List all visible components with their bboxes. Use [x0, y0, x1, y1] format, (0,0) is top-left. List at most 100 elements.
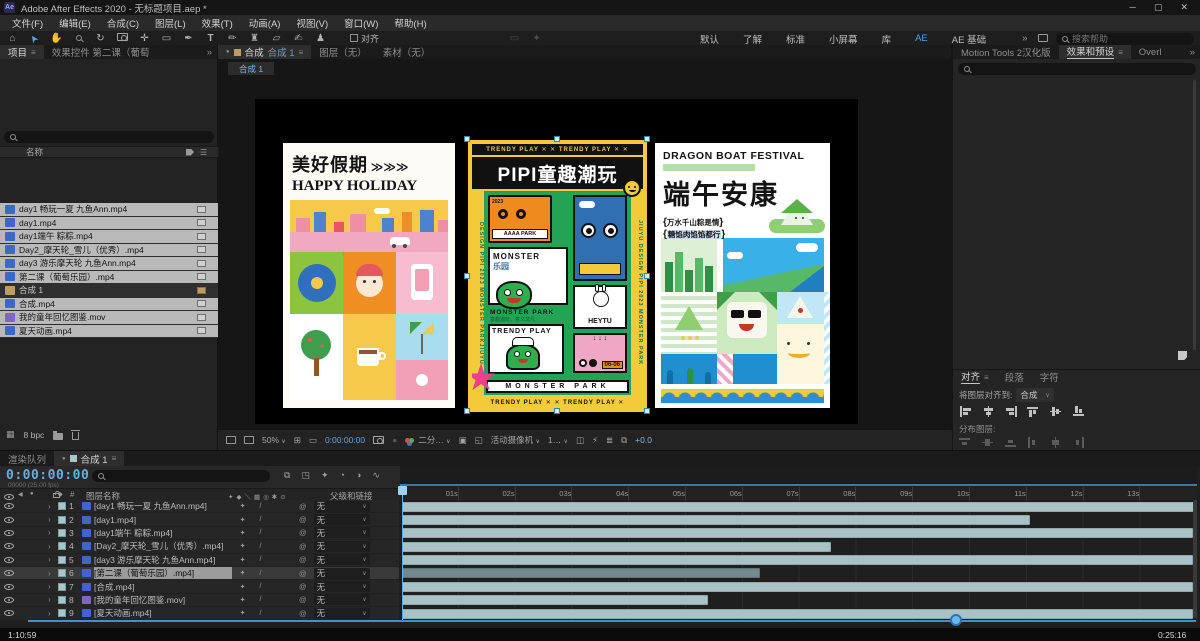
selection-handle[interactable] — [464, 136, 470, 142]
quality-switch[interactable]: ✦ — [235, 569, 250, 577]
comment-cell[interactable] — [197, 273, 206, 280]
layer-duration-bar[interactable] — [402, 515, 1030, 525]
eye-icon[interactable] — [4, 597, 14, 603]
timeline-layer-row[interactable]: › 1 [day1 畅玩一夏 九鱼Ann.mp4] ✦ / @ 无∨ — [0, 500, 399, 513]
camera-tool-icon[interactable] — [116, 32, 129, 45]
progress-handle[interactable] — [950, 614, 962, 626]
layer-duration-bar[interactable] — [402, 542, 831, 552]
distribute-h-center-button[interactable] — [1050, 437, 1063, 448]
align-right-button[interactable] — [1005, 406, 1018, 417]
manage-workspaces-icon[interactable] — [1038, 34, 1048, 42]
tab-project[interactable]: 项目≡ — [0, 45, 44, 59]
layer-label-color[interactable] — [58, 569, 66, 577]
menu-item[interactable]: 文件(F) — [4, 16, 51, 30]
draft-3d-icon[interactable]: ◳ — [301, 470, 310, 481]
menu-item[interactable]: 帮助(H) — [386, 16, 434, 30]
expand-arrow-icon[interactable]: › — [48, 542, 55, 551]
layer-duration-bar[interactable] — [402, 609, 1193, 619]
quality-switch[interactable]: ✦ — [235, 583, 250, 591]
project-item-row[interactable]: 我的童年回忆图鉴.mov — [0, 311, 218, 325]
exposure-value[interactable]: +0.0 — [635, 435, 652, 445]
minimize-button[interactable]: ─ — [1130, 2, 1136, 13]
parent-pickwhip-icon[interactable]: @ — [299, 582, 307, 591]
new-folder-icon[interactable] — [53, 433, 63, 440]
comp-navigator-tab[interactable]: 合成 1 — [228, 62, 274, 75]
tab-footage-viewer[interactable]: 素材（无） — [375, 45, 439, 59]
selection-handle[interactable] — [464, 273, 470, 279]
distribute-v-center-button[interactable] — [982, 437, 995, 448]
expand-arrow-icon[interactable]: › — [48, 528, 55, 537]
parent-pickwhip-icon[interactable]: @ — [299, 569, 307, 578]
timeline-layer-row[interactable]: › 3 [day1端午 粽粽.mp4] ✦ / @ 无∨ — [0, 527, 399, 540]
quality-slash-switch[interactable]: / — [253, 543, 268, 550]
hide-shy-layers-icon[interactable]: ✦ — [321, 470, 329, 481]
always-preview-icon[interactable] — [226, 436, 236, 444]
maximize-button[interactable]: ▢ — [1154, 2, 1163, 13]
align-h-center-button[interactable] — [982, 406, 995, 417]
roto-brush-tool-icon[interactable]: ✍ — [292, 32, 305, 45]
parent-select[interactable]: 无∨ — [314, 581, 370, 592]
layer-label-color[interactable] — [58, 516, 66, 524]
parent-select[interactable]: 无∨ — [314, 514, 370, 525]
quality-slash-switch[interactable]: / — [253, 610, 268, 617]
grid-guides-icon[interactable]: ⊞ — [294, 435, 301, 446]
effects-search[interactable] — [958, 63, 1196, 75]
graph-editor-icon[interactable]: ∿ — [372, 470, 380, 481]
eye-icon[interactable] — [4, 543, 14, 549]
selection-handle[interactable] — [554, 408, 560, 414]
timeline-layer-row[interactable]: › 4 [Day2_摩天轮_雪儿（优秀）.mp4] ✦ / @ 无∨ — [0, 540, 399, 553]
project-item-row[interactable]: day1.mp4 — [0, 217, 218, 231]
expand-arrow-icon[interactable]: › — [48, 502, 55, 511]
brush-tool-icon[interactable]: ✏ — [226, 32, 239, 45]
distribute-top-button[interactable] — [959, 437, 972, 448]
layer-name[interactable]: [Day2_摩天轮_雪儿（优秀）.mp4] — [94, 540, 232, 552]
interpret-footage-icon[interactable]: ▦ — [6, 429, 15, 440]
progress-line[interactable] — [28, 620, 1196, 622]
project-item-row[interactable]: day1 畅玩一夏 九鱼Ann.mp4 — [0, 203, 218, 217]
quality-slash-switch[interactable]: / — [253, 503, 268, 510]
frame-blending-icon[interactable]: ◔ — [340, 470, 345, 481]
layer-label-color[interactable] — [58, 583, 66, 591]
camera-view-select[interactable]: 活动摄像机 ∨ — [491, 434, 540, 446]
layer-duration-bar[interactable] — [402, 528, 1193, 538]
flowchart-icon[interactable]: ⧉ — [621, 435, 627, 446]
quality-switch[interactable]: ✦ — [235, 542, 250, 550]
eye-icon[interactable] — [4, 503, 14, 509]
viewer-timecode[interactable]: 0:00:00:00 — [325, 435, 365, 445]
workspace-item[interactable]: 小屏幕 — [829, 32, 858, 46]
timeline-layer-row[interactable]: › 7 [合成.mp4] ✦ / @ 无∨ — [0, 580, 399, 593]
timeline-scrollbar[interactable] — [1193, 500, 1197, 618]
shape-tool-icon[interactable]: ▭ — [160, 32, 173, 45]
quality-switch[interactable]: ✦ — [235, 502, 250, 510]
comment-cell[interactable] — [197, 287, 206, 294]
parent-pickwhip-icon[interactable]: @ — [299, 528, 307, 537]
workspace-item[interactable]: 库 — [882, 32, 892, 46]
poster-dragon-boat-festival[interactable]: DRAGON BOAT FESTIVAL 端午安康 {万水千山粽是情} {糖馅肉… — [655, 143, 830, 408]
effects-search-input[interactable] — [974, 64, 1074, 74]
expand-arrow-icon[interactable]: › — [48, 515, 55, 524]
quality-slash-switch[interactable]: / — [253, 570, 268, 577]
timeline-search-input[interactable] — [108, 471, 208, 481]
align-left-button[interactable] — [959, 406, 972, 417]
effects-scrollbar[interactable] — [1193, 80, 1196, 350]
quality-slash-switch[interactable]: / — [253, 583, 268, 590]
parent-select[interactable]: 无∨ — [314, 541, 370, 552]
tab-timeline-comp[interactable]: ● 合成 1 ≡ — [54, 451, 124, 466]
region-of-interest-icon[interactable]: ▣ — [459, 435, 467, 446]
workspace-item[interactable]: 了解 — [743, 32, 762, 46]
comment-column-icon[interactable]: ☰ — [200, 148, 210, 157]
view-layout-select[interactable]: 1… ∨ — [548, 435, 568, 445]
work-area-bar[interactable] — [400, 484, 1197, 486]
tab-character[interactable]: 字符 — [1032, 370, 1067, 384]
comment-cell[interactable] — [197, 314, 206, 321]
layer-label-color[interactable] — [58, 542, 66, 550]
expand-arrow-icon[interactable]: › — [48, 609, 55, 618]
project-item-row[interactable]: 合成.mp4 — [0, 298, 218, 312]
layer-duration-bar[interactable] — [402, 502, 1197, 512]
panel-resize-grip[interactable] — [1178, 351, 1187, 360]
cti-line[interactable] — [402, 495, 403, 620]
layer-label-color[interactable] — [58, 529, 66, 537]
expand-arrow-icon[interactable]: › — [48, 595, 55, 604]
help-search-input[interactable] — [1072, 34, 1172, 44]
distribute-right-button[interactable] — [1073, 437, 1086, 448]
